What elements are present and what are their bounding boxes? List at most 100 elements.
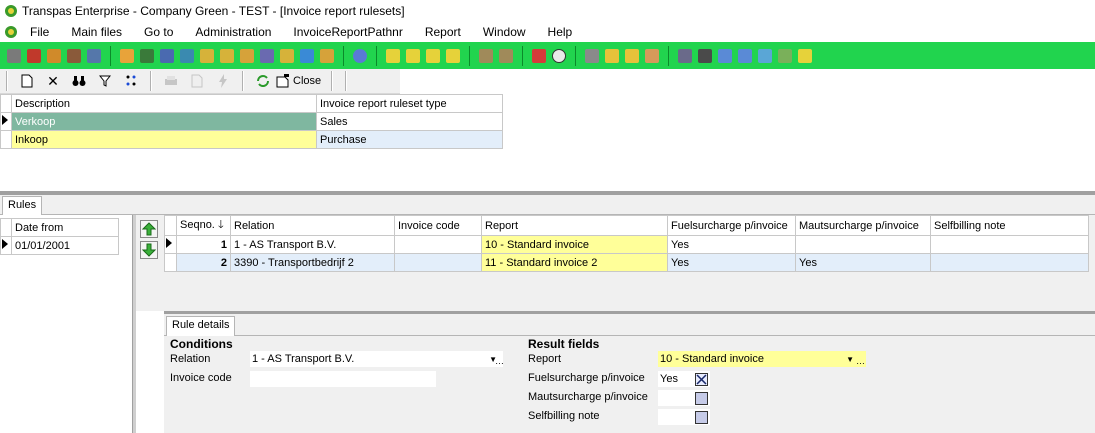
users-icon[interactable] [67,48,81,63]
column-header-seqno[interactable]: Seqno. 🡓 [176,215,231,236]
mail-open-icon[interactable] [738,48,752,63]
warehouse-icon[interactable] [499,48,513,63]
goods-icon[interactable] [605,48,619,63]
invoice-code-field[interactable] [250,371,436,387]
cell-date-from[interactable]: 01/01/2001 [11,236,119,255]
cell-ruleset-type[interactable]: Sales [316,112,503,131]
column-header-mautsurcharge[interactable]: Mautsurcharge p/invoice [795,215,931,236]
move-up-button[interactable] [140,220,158,238]
table-row[interactable]: 01/01/2001 [0,236,119,255]
table-row[interactable]: 2 3390 - Transportbedrijf 2 11 - Standar… [164,253,1089,272]
ellipsis-icon[interactable]: … [856,356,865,366]
trip-add-icon[interactable] [406,48,420,63]
order-icon[interactable] [200,48,214,63]
mautsurcharge-checkbox[interactable] [695,392,708,405]
table-row[interactable]: Verkoop Sales [0,112,503,131]
chart-icon[interactable] [532,48,546,63]
globe-icon[interactable] [353,48,367,63]
menu-invoicereportpathnr[interactable]: InvoiceReportPathnr [293,25,402,39]
delete-icon[interactable]: ✕ [45,73,61,89]
invoice-icon[interactable] [260,48,274,63]
ellipsis-icon[interactable]: … [495,356,504,366]
fuelsurcharge-checkbox[interactable] [695,373,708,386]
move-down-button[interactable] [140,241,158,259]
new-document-icon[interactable] [19,73,35,89]
column-header-description[interactable]: Description [11,94,317,113]
trip-icon[interactable] [386,48,400,63]
cell-ruleset-type[interactable]: Purchase [316,130,503,149]
report-icon[interactable] [320,48,334,63]
cell-fuelsurcharge[interactable]: Yes [667,253,796,272]
close-button[interactable]: Close [276,74,321,88]
column-header-report[interactable]: Report [481,215,668,236]
cell-mautsurcharge[interactable]: Yes [795,253,931,272]
invoice-send-icon[interactable] [300,48,314,63]
cart-icon[interactable] [585,48,599,63]
table-icon[interactable] [180,48,194,63]
app-menu-icon[interactable] [4,25,18,39]
cell-report[interactable]: 10 - Standard invoice [481,235,668,254]
tree-icon[interactable] [140,48,154,63]
cell-invoice-code[interactable] [394,235,482,254]
column-header-fuelsurcharge[interactable]: Fuelsurcharge p/invoice [667,215,796,236]
mail-icon[interactable] [718,48,732,63]
table-row[interactable]: Inkoop Purchase [0,130,503,149]
trip-edit-icon[interactable] [426,48,440,63]
goods-edit-icon[interactable] [645,48,659,63]
cell-mautsurcharge[interactable] [795,235,931,254]
relation-dropdown[interactable]: 1 - AS Transport B.V. ▼ … [250,351,504,367]
menu-administration[interactable]: Administration [195,25,271,39]
tab-rules[interactable]: Rules [2,196,43,215]
binoculars-icon[interactable] [71,73,87,89]
drivers-icon[interactable] [47,48,61,63]
truck-icon[interactable] [7,48,21,63]
column-header-relation[interactable]: Relation [230,215,395,236]
clock-icon[interactable] [552,48,566,63]
cell-selfbilling[interactable] [930,235,1089,254]
selfbilling-checkbox[interactable] [695,411,708,424]
column-header-date-from[interactable]: Date from [11,218,119,237]
window-icon[interactable] [798,48,812,63]
cell-seqno[interactable]: 2 [176,253,231,272]
trailer-icon[interactable] [27,48,41,63]
grid-icon[interactable] [160,48,174,63]
refresh-icon[interactable] [255,73,271,89]
column-header-ruleset-type[interactable]: Invoice report ruleset type [316,94,503,113]
column-header-selfbilling[interactable]: Selfbilling note [930,215,1089,236]
print-icon[interactable] [163,73,179,89]
folder-icon[interactable] [120,48,134,63]
order-edit-icon[interactable] [220,48,234,63]
goods-add-icon[interactable] [625,48,639,63]
approve-icon[interactable] [240,48,254,63]
export-icon[interactable] [698,48,712,63]
cell-report[interactable]: 11 - Standard invoice 2 [481,253,668,272]
sort-icon[interactable] [123,73,139,89]
menu-report[interactable]: Report [425,25,461,39]
cell-seqno[interactable]: 1 [176,235,231,254]
invoice-edit-icon[interactable] [280,48,294,63]
column-header-invoice-code[interactable]: Invoice code [394,215,482,236]
cell-relation[interactable]: 1 - AS Transport B.V. [230,235,395,254]
cell-selfbilling[interactable] [930,253,1089,272]
print-icon[interactable] [678,48,692,63]
building-icon[interactable] [479,48,493,63]
cell-relation[interactable]: 3390 - Transportbedrijf 2 [230,253,395,272]
report-dropdown[interactable]: 10 - Standard invoice ▼ … [658,351,866,367]
trip-list-icon[interactable] [446,48,460,63]
lightning-icon[interactable] [215,73,231,89]
menu-window[interactable]: Window [483,25,526,39]
network-icon[interactable] [758,48,772,63]
tools-icon[interactable] [778,48,792,63]
cell-fuelsurcharge[interactable]: Yes [667,235,796,254]
menu-help[interactable]: Help [548,25,573,39]
tab-rule-details[interactable]: Rule details [166,316,236,336]
preview-icon[interactable] [189,73,205,89]
menu-go-to[interactable]: Go to [144,25,173,39]
calculator-icon[interactable] [87,48,101,63]
menu-main-files[interactable]: Main files [71,25,122,39]
cell-invoice-code[interactable] [394,253,482,272]
filter-icon[interactable] [97,73,113,89]
table-row[interactable]: 1 1 - AS Transport B.V. 10 - Standard in… [164,235,1089,254]
menu-file[interactable]: File [30,25,49,39]
cell-description[interactable]: Verkoop [11,112,317,131]
